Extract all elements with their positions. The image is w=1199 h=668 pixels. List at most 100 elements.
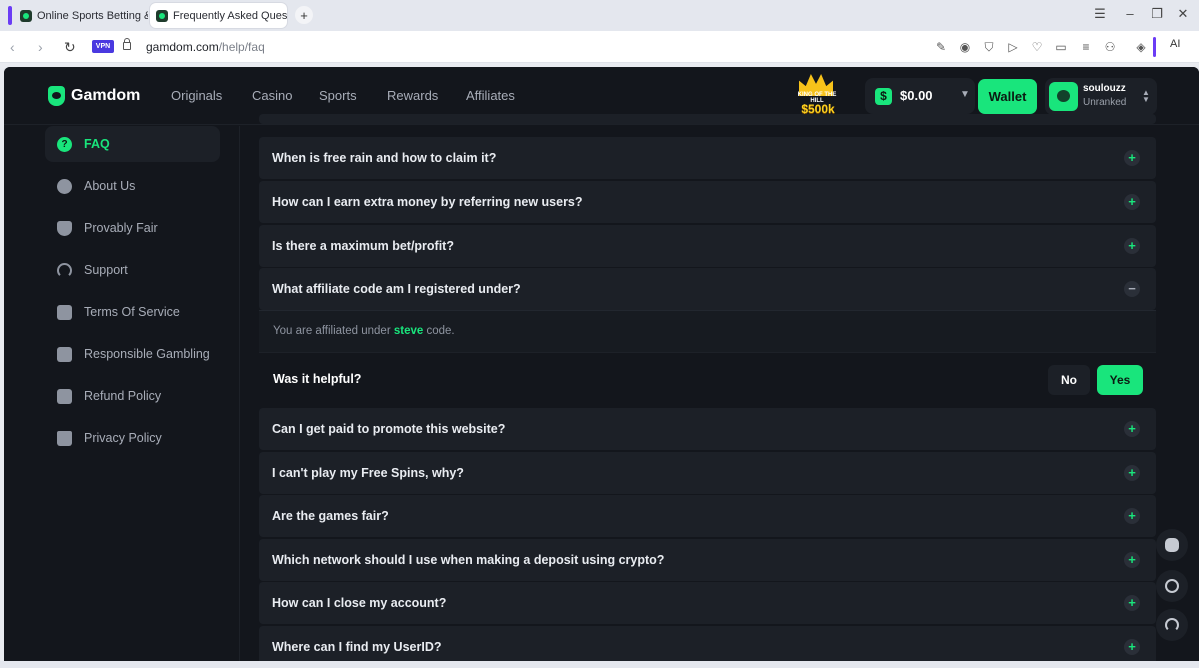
- faq-question: Which network should I use when making a…: [272, 553, 665, 567]
- sidebar-item-support[interactable]: Support: [45, 252, 220, 288]
- headset-icon: [1165, 618, 1179, 632]
- sidebar-item-label: About Us: [84, 179, 136, 193]
- url-host: gamdom.com: [146, 40, 219, 54]
- plus-icon[interactable]: +: [1124, 465, 1140, 481]
- play-icon[interactable]: ▷: [1006, 40, 1020, 54]
- chat-button[interactable]: [1156, 529, 1188, 561]
- reload-icon[interactable]: ↻: [64, 39, 76, 56]
- browser-tab-faq[interactable]: Frequently Asked Questio: [150, 3, 287, 28]
- nav-sports[interactable]: Sports: [319, 88, 357, 103]
- vpn-badge[interactable]: VPN: [92, 40, 114, 53]
- sidebar-item-about-us[interactable]: About Us: [45, 168, 220, 204]
- balance-selector[interactable]: $ $0.00 ▼: [865, 78, 975, 114]
- faq-item[interactable]: How can I close my account? +: [259, 582, 1156, 624]
- faq-item[interactable]: Can I get paid to promote this website? …: [259, 408, 1156, 450]
- sidebar-item-provably-fair[interactable]: Provably Fair: [45, 210, 220, 246]
- king-of-the-hill-promo[interactable]: KING OF THE HILL $500k: [793, 74, 841, 118]
- user-menu[interactable]: soulouzz Unranked ▲ ▼: [1045, 78, 1157, 115]
- edit-icon[interactable]: ✎: [934, 40, 948, 54]
- sidebar-item-label: Provably Fair: [84, 221, 158, 235]
- nav-affiliates[interactable]: Affiliates: [466, 88, 515, 103]
- faq-question: What affiliate code am I registered unde…: [272, 282, 521, 296]
- sidebar-item-label: Privacy Policy: [84, 431, 162, 445]
- faq-item[interactable]: Are the games fair? +: [259, 495, 1156, 537]
- shield-icon[interactable]: ⛉: [982, 40, 996, 54]
- url-path: /help/faq: [218, 40, 265, 54]
- faq-item[interactable]: I can't play my Free Spins, why? +: [259, 452, 1156, 494]
- faq-question: I can't play my Free Spins, why?: [272, 466, 464, 480]
- logo-text: Gamdom: [71, 87, 141, 104]
- help-sidebar: ? FAQ About Us Provably Fair Support Ter…: [4, 126, 240, 661]
- cube-icon[interactable]: ◈: [1134, 40, 1148, 54]
- faq-question: Can I get paid to promote this website?: [272, 422, 506, 436]
- close-icon[interactable]: ✕: [1173, 6, 1193, 22]
- plus-icon[interactable]: +: [1124, 552, 1140, 568]
- plus-icon[interactable]: +: [1124, 639, 1140, 655]
- ai-button[interactable]: AI: [1170, 38, 1180, 50]
- faq-question: How can I close my account?: [272, 596, 447, 610]
- search-button[interactable]: [1156, 570, 1188, 602]
- sidebar-item-responsible-gambling[interactable]: Responsible Gambling: [45, 336, 220, 372]
- faq-item[interactable]: Which network should I use when making a…: [259, 539, 1156, 581]
- answer-suffix: code.: [423, 325, 455, 337]
- faq-question: How can I earn extra money by referring …: [272, 195, 583, 209]
- heart-icon[interactable]: ♡: [1030, 40, 1044, 54]
- sidebar-item-refund-policy[interactable]: Refund Policy: [45, 378, 220, 414]
- affiliate-code: steve: [393, 325, 424, 337]
- wallet-button[interactable]: Wallet: [978, 79, 1037, 114]
- sidebar-item-faq[interactable]: ? FAQ: [45, 126, 220, 162]
- refund-icon: [57, 388, 72, 404]
- restore-icon[interactable]: ❐: [1147, 6, 1167, 22]
- no-button[interactable]: No: [1048, 365, 1090, 395]
- menu-icon[interactable]: ≡: [1079, 40, 1093, 54]
- document-icon: [57, 304, 72, 320]
- faq-item-partial: [259, 114, 1156, 124]
- search-icon: [1165, 579, 1179, 593]
- minus-icon[interactable]: −: [1124, 281, 1140, 297]
- nav-originals[interactable]: Originals: [171, 88, 222, 103]
- gamdom-logo[interactable]: Gamdom: [48, 86, 140, 106]
- accent-bar: [1153, 37, 1156, 57]
- faq-item-expanded[interactable]: What affiliate code am I registered unde…: [259, 268, 1156, 310]
- sidebar-item-label: Responsible Gambling: [84, 347, 210, 361]
- faq-question: Are the games fair?: [272, 509, 389, 523]
- wallet-icon[interactable]: ▭: [1054, 40, 1068, 54]
- forward-icon[interactable]: ›: [38, 39, 43, 55]
- new-tab-button[interactable]: +: [295, 6, 313, 24]
- taskbar-strip: [0, 661, 1199, 668]
- plus-icon[interactable]: +: [1124, 150, 1140, 166]
- faq-item[interactable]: Where can I find my UserID? +: [259, 626, 1156, 661]
- yes-button[interactable]: Yes: [1097, 365, 1143, 395]
- plus-icon[interactable]: +: [1124, 194, 1140, 210]
- tab-search-icon[interactable]: ☰: [1090, 6, 1110, 22]
- faq-item[interactable]: Is there a maximum bet/profit? +: [259, 225, 1156, 267]
- avatar: [1049, 82, 1078, 111]
- profile-icon[interactable]: ⚇: [1103, 40, 1117, 54]
- sidebar-item-privacy-policy[interactable]: Privacy Policy: [45, 420, 220, 456]
- answer-prefix: You are affiliated under: [273, 325, 394, 337]
- chevron-down-icon: ▼: [960, 89, 970, 100]
- nav-casino[interactable]: Casino: [252, 88, 292, 103]
- sidebar-item-terms[interactable]: Terms Of Service: [45, 294, 220, 330]
- plus-icon[interactable]: +: [1124, 421, 1140, 437]
- camera-icon[interactable]: ◉: [958, 40, 972, 54]
- url-field[interactable]: gamdom.com/help/faq: [146, 40, 265, 54]
- answer-text: You are affiliated under steve code.: [273, 325, 455, 337]
- plus-icon[interactable]: +: [1124, 595, 1140, 611]
- faq-question: Where can I find my UserID?: [272, 640, 442, 654]
- sidebar-item-label: Refund Policy: [84, 389, 162, 403]
- nav-rewards[interactable]: Rewards: [387, 88, 438, 103]
- support-button[interactable]: [1156, 609, 1188, 641]
- plus-icon[interactable]: +: [1124, 508, 1140, 524]
- chat-icon: [1165, 538, 1179, 552]
- back-icon[interactable]: ‹: [10, 39, 15, 55]
- gamdom-logo-icon: [48, 86, 65, 106]
- lock-icon[interactable]: [123, 38, 131, 50]
- faq-item[interactable]: How can I earn extra money by referring …: [259, 181, 1156, 223]
- plus-icon[interactable]: +: [1124, 238, 1140, 254]
- minimize-icon[interactable]: –: [1120, 6, 1140, 21]
- browser-tab-sports-betting[interactable]: Online Sports Betting & C: [14, 3, 148, 28]
- faq-item[interactable]: When is free rain and how to claim it? +: [259, 137, 1156, 179]
- question-icon: ?: [57, 136, 72, 152]
- currency-icon: $: [875, 88, 892, 105]
